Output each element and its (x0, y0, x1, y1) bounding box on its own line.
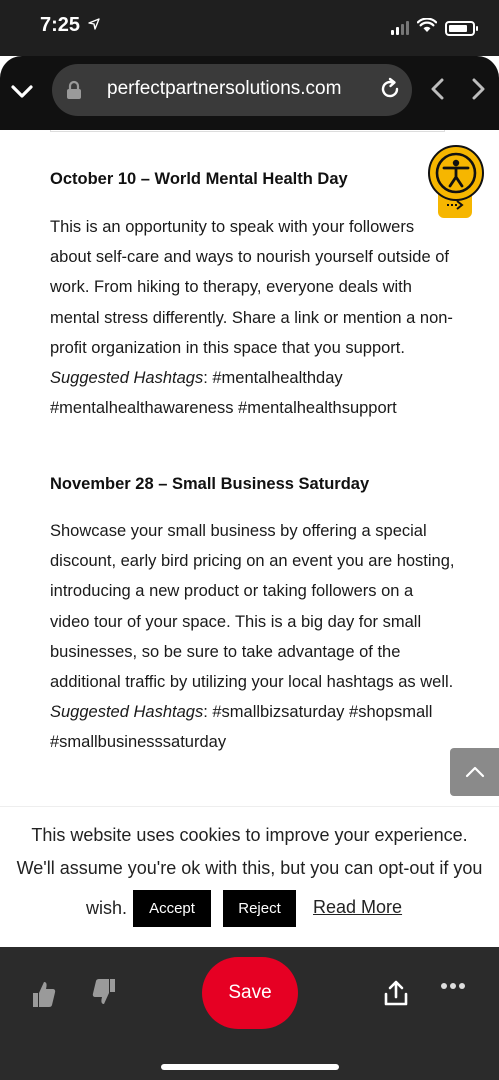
accessibility-icon[interactable] (428, 145, 484, 201)
status-bar: 7:25 (0, 0, 499, 56)
chevron-up-icon (465, 766, 484, 778)
accept-cookies-button[interactable]: Accept (133, 890, 211, 927)
section-text: Showcase your small business by offering… (50, 522, 455, 692)
hashtags-label: Suggested Hashtags (50, 369, 204, 388)
section-heading: October 10 – World Mental Health Day (50, 170, 348, 188)
home-indicator (161, 1064, 339, 1070)
reload-icon[interactable] (378, 77, 402, 106)
signal-icon (391, 21, 409, 35)
section-heading: November 28 – Small Business Saturday (50, 475, 370, 493)
cookie-message: We'll assume you're ok with this, but yo… (16, 858, 483, 878)
more-icon[interactable] (441, 983, 465, 989)
cookie-message: wish. (86, 898, 128, 918)
hashtags-label: Suggested Hashtags (50, 703, 204, 722)
status-time: 7:25 (40, 14, 81, 36)
wifi-icon (416, 17, 438, 38)
thumbs-down-icon[interactable] (92, 977, 118, 1012)
scroll-to-top-button[interactable] (450, 748, 499, 796)
chevron-right-icon[interactable] (470, 78, 486, 105)
status-indicators (391, 17, 478, 38)
cookie-message: This website uses cookies to improve you… (31, 825, 468, 845)
read-more-link[interactable]: Read More (313, 897, 402, 918)
address-field[interactable]: perfectpartnersolutions.com (52, 64, 412, 116)
battery-icon (445, 20, 478, 36)
url-text: perfectpartnersolutions.com (107, 78, 342, 99)
save-button[interactable]: Save (202, 957, 298, 1029)
reject-cookies-button[interactable]: Reject (223, 890, 296, 927)
thumbs-up-icon[interactable] (30, 979, 56, 1014)
content-divider (50, 130, 445, 132)
section-body: This is an opportunity to speak with you… (50, 212, 455, 423)
share-icon[interactable] (383, 979, 409, 1012)
article-content: October 10 – World Mental Health Day Thi… (0, 130, 499, 806)
chevron-down-icon[interactable] (8, 78, 36, 106)
section-body: Showcase your small business by offering… (50, 516, 455, 758)
location-arrow-icon (88, 17, 100, 35)
chevron-left-icon[interactable] (430, 78, 446, 105)
cookie-banner: This website uses cookies to improve you… (0, 806, 499, 947)
section-text: This is an opportunity to speak with you… (50, 218, 453, 357)
lock-icon (66, 80, 82, 105)
browser-url-bar: perfectpartnersolutions.com (0, 56, 499, 130)
bottom-toolbar: Save (0, 947, 499, 1080)
